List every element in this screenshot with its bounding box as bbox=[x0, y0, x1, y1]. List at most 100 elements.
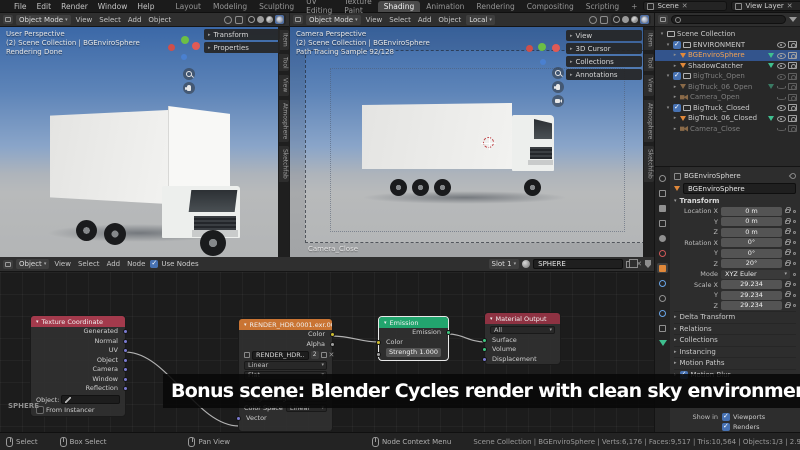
output-socket[interactable] bbox=[123, 367, 128, 372]
view-layer-selector[interactable]: View Layer bbox=[731, 1, 800, 11]
disable-render-icon[interactable] bbox=[788, 125, 797, 132]
node-texture-coordinate[interactable]: Texture Coordinate Generated Normal UV O… bbox=[30, 315, 126, 417]
new-material-icon[interactable] bbox=[626, 261, 633, 268]
location-z-value[interactable]: 0 m bbox=[721, 228, 782, 237]
outliner-row-bgenvirosphere[interactable]: ▸ BGEnviroSphere bbox=[655, 50, 800, 61]
input-socket[interactable] bbox=[376, 340, 381, 345]
menu-help[interactable]: Help bbox=[132, 2, 159, 11]
output-socket[interactable] bbox=[123, 377, 128, 382]
zoom-button[interactable] bbox=[183, 68, 195, 80]
node-header[interactable]: Emission bbox=[379, 317, 448, 328]
menu-render[interactable]: Render bbox=[56, 2, 93, 11]
input-socket[interactable] bbox=[482, 338, 487, 343]
disclosure-icon[interactable]: ▾ bbox=[659, 31, 665, 37]
tab-view[interactable]: View bbox=[644, 75, 654, 95]
node-emission[interactable]: Emission Emission Color Strength 1.000 bbox=[378, 316, 449, 361]
disclosure-icon[interactable]: ▸ bbox=[672, 84, 678, 90]
render-tab[interactable] bbox=[657, 188, 668, 198]
disable-render-icon[interactable] bbox=[788, 83, 797, 90]
viewport-right[interactable]: Camera_Close Camera Perspective (2) Scen… bbox=[290, 27, 654, 257]
rotation-mode-dropdown[interactable]: XYZ Euler bbox=[721, 270, 790, 279]
lock-icon[interactable] bbox=[785, 209, 790, 213]
disclosure-icon[interactable]: ▸ bbox=[672, 94, 678, 100]
tool-tab[interactable] bbox=[657, 173, 668, 183]
navigation-gizmo[interactable] bbox=[168, 32, 198, 62]
fake-user-icon[interactable] bbox=[321, 352, 327, 358]
menu-edit[interactable]: Edit bbox=[32, 2, 57, 11]
tab-sculpting[interactable]: Sculpting bbox=[253, 1, 300, 12]
interpolation-dropdown[interactable]: Linear bbox=[244, 361, 327, 370]
tab-atmosphere[interactable]: Atmosphere bbox=[279, 100, 289, 142]
pin-icon[interactable] bbox=[789, 172, 797, 180]
tab-modeling[interactable]: Modeling bbox=[207, 1, 253, 12]
rotation-y-value[interactable]: 0° bbox=[721, 249, 782, 258]
disclosure-icon[interactable]: ▸ bbox=[672, 63, 678, 69]
object-tab[interactable] bbox=[657, 263, 668, 273]
node-header[interactable]: Material Output bbox=[485, 313, 560, 324]
particles-tab[interactable] bbox=[657, 293, 668, 303]
location-y-value[interactable]: 0 m bbox=[721, 217, 782, 226]
outliner-row-bigtruck-06-open[interactable]: ▸ BigTruck_06_Open bbox=[655, 82, 800, 93]
disclosure-icon[interactable]: ▸ bbox=[672, 126, 678, 132]
collection-checkbox[interactable] bbox=[673, 41, 681, 49]
shading-solid-icon[interactable] bbox=[622, 16, 629, 23]
tab-scripting[interactable]: Scripting bbox=[580, 1, 625, 12]
select-menu[interactable]: Select bbox=[387, 16, 413, 24]
outliner-row-bigtruck-open[interactable]: ▾ BigTruck_Open bbox=[655, 71, 800, 82]
scale-z-value[interactable]: 29.234 bbox=[721, 301, 782, 310]
scene-tab[interactable] bbox=[657, 233, 668, 243]
image-name-field[interactable]: RENDER_HDR.. bbox=[252, 351, 309, 360]
input-socket[interactable] bbox=[376, 352, 381, 357]
lock-icon[interactable] bbox=[785, 251, 790, 255]
renders-checkbox[interactable] bbox=[722, 423, 730, 431]
collection-checkbox[interactable] bbox=[673, 72, 681, 80]
disable-render-icon[interactable] bbox=[788, 115, 797, 122]
hide-viewport-icon[interactable] bbox=[776, 61, 786, 70]
tab-rendering[interactable]: Rendering bbox=[470, 1, 520, 12]
constraints-tab[interactable] bbox=[657, 323, 668, 333]
outliner-row-scene-collection[interactable]: ▾ Scene Collection bbox=[655, 29, 800, 40]
scale-y-value[interactable]: 29.234 bbox=[721, 291, 782, 300]
panel-annotations[interactable]: Annotations bbox=[566, 69, 642, 80]
tab-layout[interactable]: Layout bbox=[169, 1, 207, 12]
hide-viewport-icon[interactable] bbox=[776, 124, 786, 133]
disable-render-icon[interactable] bbox=[788, 94, 797, 101]
animate-dot[interactable] bbox=[793, 273, 796, 276]
disable-render-icon[interactable] bbox=[788, 104, 797, 111]
animate-dot[interactable] bbox=[793, 304, 796, 307]
lock-icon[interactable] bbox=[785, 293, 790, 297]
pan-hand-button[interactable] bbox=[552, 81, 564, 93]
target-dropdown[interactable]: All bbox=[490, 326, 555, 335]
input-socket[interactable] bbox=[482, 357, 487, 362]
tab-item[interactable]: Item bbox=[279, 30, 289, 50]
panel-3d-cursor[interactable]: 3D Cursor bbox=[566, 43, 642, 54]
output-socket[interactable] bbox=[123, 339, 128, 344]
select-menu[interactable]: Select bbox=[97, 16, 123, 24]
disable-render-icon[interactable] bbox=[788, 41, 797, 48]
mode-dropdown[interactable]: Object Mode bbox=[16, 15, 71, 25]
hide-viewport-icon[interactable] bbox=[776, 103, 786, 112]
panel-view[interactable]: View bbox=[566, 30, 642, 41]
add-workspace-button[interactable]: + bbox=[625, 1, 643, 12]
disable-render-icon[interactable] bbox=[788, 73, 797, 80]
outliner-row-shadowcatcher[interactable]: ▸ ShadowCatcher bbox=[655, 61, 800, 72]
shading-rendered-active[interactable] bbox=[640, 15, 649, 24]
menu-file[interactable]: File bbox=[9, 2, 32, 11]
disclosure-icon[interactable]: ▾ bbox=[665, 42, 671, 48]
motion-paths-panel[interactable]: Motion Paths bbox=[674, 357, 796, 369]
node-header[interactable]: RENDER_HDR.0001.exr.001 bbox=[239, 319, 332, 330]
disclosure-icon[interactable]: ▸ bbox=[672, 52, 678, 58]
physics-tab[interactable] bbox=[657, 308, 668, 318]
output-socket[interactable] bbox=[123, 348, 128, 353]
disclosure-icon[interactable]: ▾ bbox=[665, 105, 671, 111]
tab-view[interactable]: View bbox=[279, 75, 289, 95]
shading-solid-icon[interactable] bbox=[257, 16, 264, 23]
filter-icon[interactable] bbox=[789, 17, 797, 22]
snapping-magnet-icon[interactable] bbox=[600, 16, 608, 24]
animate-dot[interactable] bbox=[793, 241, 796, 244]
panel-properties[interactable]: Properties bbox=[204, 42, 280, 53]
lock-icon[interactable] bbox=[785, 230, 790, 234]
input-socket[interactable] bbox=[236, 416, 241, 421]
relations-panel[interactable]: Relations bbox=[674, 323, 796, 335]
outliner-row-bigtruck-closed[interactable]: ▾ BigTruck_Closed bbox=[655, 103, 800, 114]
